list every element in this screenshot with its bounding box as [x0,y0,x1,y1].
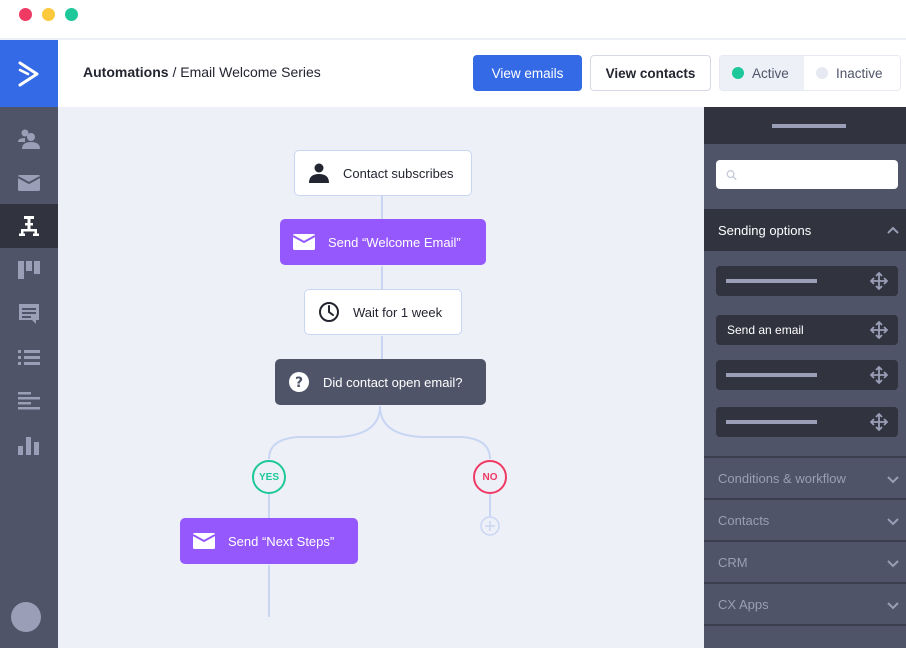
send-email-node-label: Send “Next Steps” [228,533,335,549]
pipeline-icon [18,261,40,279]
action-label-placeholder [726,373,817,377]
chat-icon [19,304,39,324]
window-close-button[interactable] [19,8,32,21]
no-branch-connector [379,405,491,460]
move-icon [870,413,888,431]
send-email-node[interactable]: Send “Next Steps” [180,518,358,564]
send-email-node-label: Send “Welcome Email” [328,234,461,250]
rail-item-lists[interactable] [0,336,58,380]
yes-branch-connector [268,405,381,460]
status-active-option[interactable]: Active [720,56,804,90]
section-conditions-workflow[interactable]: Conditions & workflow [704,458,906,500]
window-maximize-button[interactable] [65,8,78,21]
section-label: CX Apps [718,596,769,612]
action-item-placeholder[interactable] [716,266,898,296]
page-header: Automations / Email Welcome Series View … [58,40,906,107]
status-toggle: Active Inactive [719,55,901,91]
condition-node-label: Did contact open email? [323,374,463,390]
question-icon: ? [287,370,311,394]
svg-text:?: ? [295,375,303,391]
chevron-down-icon [887,560,899,568]
window-minimize-button[interactable] [42,8,55,21]
clock-icon [317,300,341,324]
status-active-label: Active [752,65,789,81]
rail-item-deals[interactable] [0,248,58,292]
actions-panel: Sending options Send an email Conditions… [704,107,906,648]
nav-rail [0,40,58,648]
action-label-placeholder [726,279,817,283]
user-avatar[interactable] [11,602,41,632]
section-crm[interactable]: CRM [704,542,906,584]
send-email-node[interactable]: Send “Welcome Email” [280,219,486,265]
yes-branch-badge[interactable]: YES [252,460,286,494]
view-contacts-button[interactable]: View contacts [590,55,711,91]
rail-item-site[interactable] [0,379,58,423]
app-logo[interactable] [0,40,58,107]
chevron-down-icon [887,602,899,610]
panel-drag-bar [704,107,906,144]
status-inactive-option[interactable]: Inactive [804,56,900,90]
automation-canvas[interactable]: Contact subscribes Send “Welcome Email” … [58,107,704,648]
section-sending-options-label: Sending options [718,222,812,238]
action-label-placeholder [726,420,817,424]
condition-node[interactable]: ? Did contact open email? [275,359,486,405]
action-label: Send an email [727,323,804,337]
bar-chart-icon [18,437,39,455]
rail-item-reports[interactable] [0,423,58,467]
move-icon [870,366,888,384]
rail-item-conversations[interactable] [0,292,58,336]
list-icon [18,350,40,365]
rail-item-contacts[interactable] [0,117,58,161]
breadcrumb-root-link[interactable]: Automations [83,64,169,80]
rail-item-campaigns[interactable] [0,161,58,205]
active-dot-icon [732,67,744,79]
search-icon [726,169,737,180]
breadcrumb-separator: / [168,64,181,80]
breadcrumb: Automations / Email Welcome Series [83,64,321,80]
section-sending-options[interactable]: Sending options [704,209,906,251]
move-icon [870,321,888,339]
actions-search [716,160,898,189]
align-left-icon [18,392,40,410]
section-label: Conditions & workflow [718,470,846,486]
section-cx-apps[interactable]: CX Apps [704,584,906,626]
rail-item-automations[interactable] [0,204,58,248]
envelope-icon [18,175,40,191]
chevron-down-icon [887,476,899,484]
window-titlebar [0,0,906,40]
add-step-button[interactable] [480,516,500,536]
envelope-icon [292,230,316,254]
chevron-down-icon [887,518,899,526]
section-label: CRM [718,554,748,570]
panel-drag-handle[interactable] [772,124,846,128]
section-contacts[interactable]: Contacts [704,500,906,542]
activecampaign-logo-icon [18,61,39,86]
wait-node-label: Wait for 1 week [353,304,443,320]
actions-search-input[interactable] [743,160,898,189]
action-item-placeholder[interactable] [716,360,898,390]
contacts-icon [18,129,40,149]
trigger-node-label: Contact subscribes [343,165,454,181]
envelope-icon [192,529,216,553]
move-icon [870,272,888,290]
status-inactive-label: Inactive [836,65,883,81]
no-branch-badge[interactable]: NO [473,460,507,494]
chevron-up-icon [887,226,899,234]
trigger-node[interactable]: Contact subscribes [294,150,472,196]
inactive-dot-icon [816,67,828,79]
wait-node[interactable]: Wait for 1 week [304,289,462,335]
person-icon [307,161,331,185]
action-item-send-an-email[interactable]: Send an email [716,315,898,345]
view-emails-button[interactable]: View emails [473,55,582,91]
workflow-icon [19,216,39,236]
action-item-placeholder[interactable] [716,407,898,437]
breadcrumb-current: Email Welcome Series [180,64,321,80]
section-label: Contacts [718,512,770,528]
